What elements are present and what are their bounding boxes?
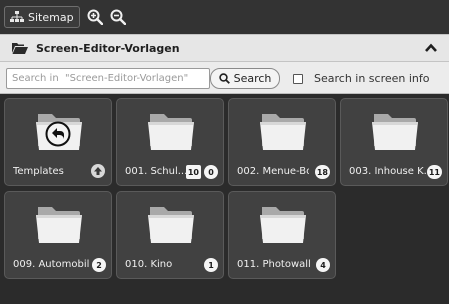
folder-label: 003. Inhouse K... <box>349 166 427 177</box>
zoom-in-icon[interactable] <box>87 9 103 25</box>
search-screen-info-checkbox[interactable] <box>293 74 303 84</box>
folder-icon <box>148 114 194 150</box>
folder-icon <box>372 114 418 150</box>
folder-label: Templates <box>13 166 64 177</box>
folder-tile[interactable]: 002. Menue-Bo... 18 <box>228 98 336 186</box>
folder-icon <box>260 207 306 243</box>
screen-count-badge: 11 <box>426 165 442 179</box>
folder-tile-templates[interactable]: Templates <box>4 98 112 186</box>
panel-title: Screen-Editor-Vorlagen <box>36 41 180 55</box>
folder-tile[interactable]: 003. Inhouse K... 11 <box>340 98 448 186</box>
folder-tile[interactable]: 010. Kino 1 <box>116 191 224 279</box>
back-arrow-icon <box>45 121 71 147</box>
search-button-label: Search <box>233 72 272 85</box>
screen-count-badge: 4 <box>316 258 330 272</box>
folder-label: 001. Schul... <box>125 166 187 177</box>
search-screen-info-label[interactable]: Search in screen info <box>314 72 430 85</box>
subfolder-count-badge: 10 <box>185 165 201 179</box>
search-button[interactable]: Search <box>210 68 280 89</box>
arrow-up-icon[interactable] <box>91 164 105 178</box>
folder-icon <box>148 207 194 243</box>
panel-header[interactable]: Screen-Editor-Vorlagen <box>0 34 449 62</box>
folder-icon <box>260 114 306 150</box>
folder-grid: Templates 001. Schul... 10 0 002. Menue-… <box>0 94 449 304</box>
screen-count-badge: 2 <box>92 258 106 272</box>
search-icon <box>218 73 230 84</box>
folder-badges: 18 <box>314 165 330 179</box>
folder-label: 011. Photowall <box>237 259 311 270</box>
folder-tile[interactable]: 011. Photowall 4 <box>228 191 336 279</box>
folder-badges: 1 <box>204 258 218 272</box>
folder-label: 009. Automobil <box>13 259 90 270</box>
sitemap-button[interactable]: Sitemap <box>4 6 80 28</box>
folder-tile[interactable]: 009. Automobil 2 <box>4 191 112 279</box>
screen-count-badge: 0 <box>204 165 218 179</box>
folder-badges: 11 <box>426 165 442 179</box>
folder-badges: 2 <box>92 258 106 272</box>
folder-badges: 4 <box>316 258 330 272</box>
screen-count-badge: 18 <box>314 165 330 179</box>
top-toolbar: Sitemap <box>0 0 449 34</box>
sitemap-icon <box>10 11 24 22</box>
folder-label: 010. Kino <box>125 259 173 270</box>
sitemap-label: Sitemap <box>28 10 74 24</box>
folder-badges: 10 0 <box>185 165 218 179</box>
chevron-up-icon[interactable] <box>425 43 437 52</box>
zoom-out-icon[interactable] <box>110 9 126 25</box>
folder-tile[interactable]: 001. Schul... 10 0 <box>116 98 224 186</box>
folder-icon <box>36 207 82 243</box>
folder-open-icon <box>12 43 28 54</box>
folder-label: 002. Menue-Bo... <box>237 166 309 177</box>
search-bar: Search Search in screen info <box>0 62 449 94</box>
search-input[interactable] <box>6 68 210 89</box>
screen-count-badge: 1 <box>204 258 218 272</box>
